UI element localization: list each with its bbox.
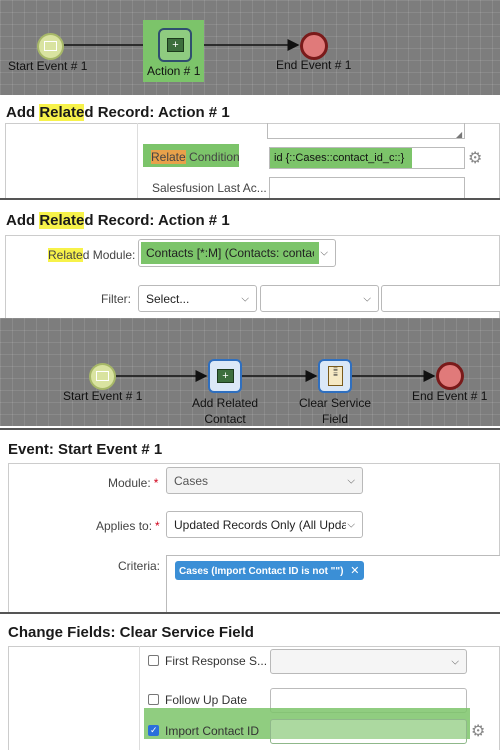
salesfusion-last-label: Salesfusion Last Ac... — [152, 181, 267, 195]
start-event-node[interactable] — [37, 33, 64, 60]
folder-plus-icon: + — [217, 369, 234, 383]
start-event-panel: Event: Start Event # 1 Module: * Cases ⌵ … — [0, 428, 500, 612]
filter-value-input[interactable] — [381, 285, 500, 312]
follow-up-date-checkbox[interactable] — [148, 694, 159, 705]
clipboard-list-icon: ≡ ≡ — [328, 366, 343, 386]
envelope-icon — [96, 371, 109, 381]
panel4-left-column — [8, 646, 140, 750]
condition-value-text: id {::Cases::contact_id_c::} — [274, 152, 405, 164]
resize-handle-icon: ◢ — [456, 130, 463, 139]
chevron-down-icon: ⌵ — [320, 247, 328, 259]
panel1-left-column — [5, 123, 138, 198]
import-contact-checkbox[interactable] — [148, 725, 159, 736]
import-contact-input[interactable] — [270, 719, 467, 744]
flow-canvas-2[interactable]: Start Event # 1 + Add Related Contact ≡ ≡ … — [0, 318, 500, 426]
relate-condition-input[interactable]: id {::Cases::contact_id_c::} — [269, 147, 465, 169]
criteria-field[interactable]: Cases (Import Contact ID is not "") ✕ — [166, 555, 500, 612]
add-related-record-panel-1: Add Related Record: Action # 1 ◢ Relate … — [0, 95, 500, 200]
end-event-node-2[interactable] — [436, 362, 464, 390]
criteria-label: Criteria: — [118, 559, 161, 573]
textarea-field[interactable] — [267, 123, 465, 139]
first-response-checkbox[interactable] — [148, 655, 159, 666]
add-related-contact-label: Add Related Contact — [192, 396, 259, 426]
action-label: Action # 1 — [147, 64, 201, 78]
panel2-title: Add Related Record: Action # 1 — [6, 212, 230, 229]
applies-to-select[interactable]: Updated Records Only (All Updat ⌵ — [166, 511, 363, 538]
filter-label: Filter: — [101, 292, 131, 306]
follow-up-date-label: Follow Up Date — [165, 693, 248, 707]
chevron-down-icon: ⌵ — [347, 475, 355, 486]
applies-to-label: Applies to: * — [96, 519, 160, 533]
action-node[interactable]: + — [158, 28, 192, 62]
clear-service-field-label: Clear Service Field — [299, 396, 372, 426]
panel1-title: Add Related Record: Action # 1 — [6, 104, 230, 121]
clear-service-field-node[interactable]: ≡ ≡ — [318, 359, 352, 393]
start-event-node-2[interactable] — [89, 363, 116, 390]
panel3-title: Event: Start Event # 1 — [8, 441, 163, 458]
first-response-select[interactable]: ⌵ — [270, 649, 467, 674]
module-select[interactable]: Cases ⌵ — [166, 467, 363, 494]
end-event-node[interactable] — [300, 32, 328, 60]
module-label: Module: * — [108, 476, 159, 490]
add-related-record-panel-2: Add Related Record: Action # 1 Related M… — [0, 202, 500, 318]
filter-select-field[interactable]: Select... ⌵ — [138, 285, 257, 312]
end-event-label-2: End Event # 1 — [412, 389, 488, 403]
first-response-label: First Response S... — [165, 654, 268, 668]
end-event-label: End Event # 1 — [276, 58, 352, 72]
folder-plus-icon: + — [167, 38, 184, 52]
module-select-value: Contacts [*:M] (Contacts: contac — [146, 246, 314, 260]
salesfusion-last-input[interactable] — [269, 177, 465, 198]
chevron-down-icon: ⌵ — [241, 293, 249, 304]
start-event-label: Start Event # 1 — [8, 59, 88, 73]
panel4-title: Change Fields: Clear Service Field — [8, 624, 254, 641]
start-event-label-2: Start Event # 1 — [63, 389, 143, 403]
filter-operator-select[interactable]: ⌵ — [260, 285, 379, 312]
chevron-down-icon: ⌵ — [363, 293, 371, 304]
flow-canvas-1[interactable]: Start Event # 1 + Action # 1 End Event #… — [0, 0, 500, 95]
gear-icon[interactable]: ⚙ — [468, 148, 482, 168]
flow1-connectors — [64, 39, 300, 51]
add-related-contact-node[interactable]: + — [208, 359, 242, 393]
envelope-icon — [44, 41, 57, 51]
chevron-down-icon: ⌵ — [347, 519, 355, 530]
related-module-select[interactable]: Contacts [*:M] (Contacts: contac ⌵ — [138, 239, 336, 267]
criteria-tag[interactable]: Cases (Import Contact ID is not "") ✕ — [175, 561, 364, 580]
close-icon[interactable]: ✕ — [350, 565, 359, 577]
relate-condition-label: Relate Condition — [151, 150, 240, 164]
import-contact-label: Import Contact ID — [165, 724, 260, 738]
chevron-down-icon: ⌵ — [451, 656, 459, 667]
related-module-label: Related Module: — [48, 248, 136, 262]
gear-icon[interactable]: ⚙ — [471, 721, 485, 741]
change-fields-panel: Change Fields: Clear Service Field First… — [0, 612, 500, 750]
